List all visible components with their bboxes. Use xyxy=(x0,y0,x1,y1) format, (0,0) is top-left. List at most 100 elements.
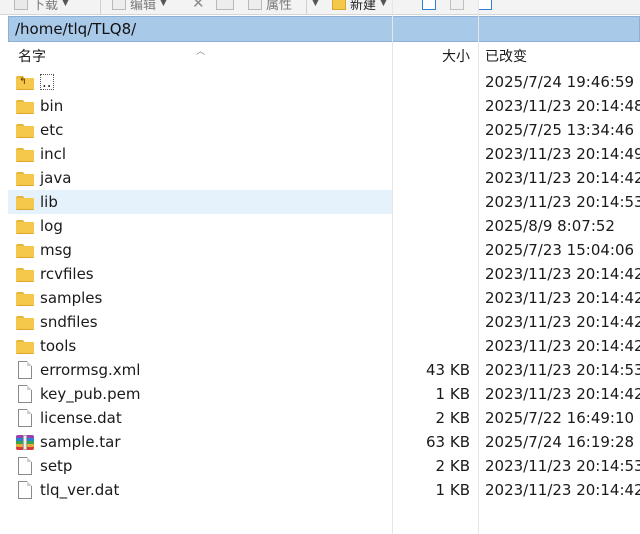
folder-icon xyxy=(16,218,34,234)
file-modified: 2025/7/22 16:49:10 xyxy=(485,409,635,427)
toolbar-separator xyxy=(100,0,101,14)
file-name: java xyxy=(40,169,72,187)
file-row[interactable]: key_pub.pem 1 KB 2023/11/23 20:14:42 xyxy=(8,382,640,406)
file-modified: 2023/11/23 20:14:42 xyxy=(485,481,640,499)
file-row[interactable]: setp 2 KB 2023/11/23 20:14:53 xyxy=(8,454,640,478)
check-icon xyxy=(478,0,492,10)
file-row[interactable]: incl 2023/11/23 20:14:49 xyxy=(8,142,640,166)
file-icon xyxy=(18,481,32,499)
file-row[interactable]: tlq_ver.dat 1 KB 2023/11/23 20:14:42 xyxy=(8,478,640,502)
file-size xyxy=(390,118,470,142)
file-name-cell[interactable]: java xyxy=(16,166,71,190)
rename-button[interactable] xyxy=(216,0,234,13)
file-name-cell[interactable]: rcvfiles xyxy=(16,262,94,286)
file-name-cell[interactable]: tlq_ver.dat xyxy=(16,478,119,502)
file-modified: 2023/11/23 20:14:42 xyxy=(485,265,640,283)
file-row[interactable]: sample.tar 63 KB 2025/7/24 16:19:28 xyxy=(8,430,640,454)
file-row[interactable]: ↰.. 2025/7/24 19:46:59 xyxy=(8,70,640,94)
delete-icon: ✕ xyxy=(192,0,205,12)
new-button[interactable]: 新建 ▼ xyxy=(332,0,387,13)
file-name-cell[interactable]: bin xyxy=(16,94,63,118)
column-name[interactable]: 名字 xyxy=(18,44,46,70)
file-modified: 2025/7/23 15:04:06 xyxy=(485,241,635,259)
file-size xyxy=(390,166,470,190)
new-folder-icon xyxy=(332,0,346,10)
file-modified: 2023/11/23 20:14:42 xyxy=(485,337,640,355)
file-modified: 2023/11/23 20:14:53 xyxy=(485,361,640,379)
file-name-cell[interactable]: sndfiles xyxy=(16,310,98,334)
rename-icon xyxy=(216,0,234,10)
file-name-cell[interactable]: setp xyxy=(16,454,72,478)
file-name-cell[interactable]: samples xyxy=(16,286,102,310)
file-name-cell[interactable]: tools xyxy=(16,334,76,358)
file-name-cell[interactable]: log xyxy=(16,214,63,238)
file-row[interactable]: msg 2025/7/23 15:04:06 xyxy=(8,238,640,262)
check-button[interactable] xyxy=(478,0,492,13)
file-row[interactable]: etc 2025/7/25 13:34:46 xyxy=(8,118,640,142)
file-modified: 2025/7/25 13:34:46 xyxy=(485,121,635,139)
current-path: /home/tlq/TLQ8/ xyxy=(15,20,137,38)
file-name-cell[interactable]: sample.tar xyxy=(16,430,121,454)
file-name: samples xyxy=(40,289,103,307)
download-button[interactable]: 下载 ▼ xyxy=(14,0,69,13)
file-name-cell[interactable]: etc xyxy=(16,118,63,142)
minus-button[interactable] xyxy=(450,0,464,13)
folder-icon xyxy=(16,194,34,210)
file-name-cell[interactable]: errormsg.xml xyxy=(16,358,140,382)
file-size: 2 KB xyxy=(435,457,470,475)
file-name: msg xyxy=(40,241,72,259)
file-row[interactable]: errormsg.xml 43 KB 2023/11/23 20:14:53 xyxy=(8,358,640,382)
file-modified: 2023/11/23 20:14:49 xyxy=(485,145,640,163)
minus-icon xyxy=(450,0,464,10)
file-name: incl xyxy=(40,145,67,163)
file-name: .. xyxy=(40,73,54,91)
file-size xyxy=(390,262,470,286)
file-row[interactable]: bin 2023/11/23 20:14:48 xyxy=(8,94,640,118)
file-name-cell[interactable]: ↰.. xyxy=(16,70,54,94)
chevron-down-icon: ▼ xyxy=(380,0,387,8)
plus-icon xyxy=(422,0,436,10)
file-row[interactable]: rcvfiles 2023/11/23 20:14:42 xyxy=(8,262,640,286)
sort-ascending-icon: ︿ xyxy=(196,47,206,57)
parent-folder-icon: ↰ xyxy=(16,74,34,90)
file-modified: 2023/11/23 20:14:53 xyxy=(485,193,640,211)
file-row[interactable]: tools 2023/11/23 20:14:42 xyxy=(8,334,640,358)
folder-icon xyxy=(16,242,34,258)
path-bar[interactable]: /home/tlq/TLQ8/ xyxy=(8,16,640,42)
add-button[interactable] xyxy=(422,0,436,13)
file-row[interactable]: license.dat 2 KB 2025/7/22 16:49:10 xyxy=(8,406,640,430)
file-size xyxy=(390,238,470,262)
file-modified: 2023/11/23 20:14:42 xyxy=(485,169,640,187)
file-name-cell[interactable]: key_pub.pem xyxy=(16,382,140,406)
file-modified: 2025/7/24 19:46:59 xyxy=(485,73,635,91)
folder-icon xyxy=(16,338,34,354)
folder-icon xyxy=(16,290,34,306)
chevron-down-icon: ▼ xyxy=(160,0,167,8)
column-modified[interactable]: 已改变 xyxy=(485,44,527,70)
file-row[interactable]: log 2025/8/9 8:07:52 xyxy=(8,214,640,238)
file-row[interactable]: samples 2023/11/23 20:14:42 xyxy=(8,286,640,310)
file-icon xyxy=(18,385,32,403)
edit-button[interactable]: 编辑 ▼ xyxy=(112,0,167,13)
file-name-cell[interactable]: lib xyxy=(16,190,58,214)
properties-button[interactable]: 属性 xyxy=(248,0,292,13)
file-name: sample.tar xyxy=(40,433,121,451)
column-size[interactable]: 大小 xyxy=(442,44,470,70)
file-name: lib xyxy=(40,193,58,211)
file-row[interactable]: lib 2023/11/23 20:14:53 xyxy=(8,190,640,214)
file-name: bin xyxy=(40,97,64,115)
file-name-cell[interactable]: msg xyxy=(16,238,72,262)
toolbar: 下载 ▼ 编辑 ▼ ✕ 属性 ▼ 新建 ▼ xyxy=(0,0,640,15)
file-name: log xyxy=(40,217,63,235)
properties-label: 属性 xyxy=(266,0,293,13)
file-row[interactable]: sndfiles 2023/11/23 20:14:42 xyxy=(8,310,640,334)
download-label: 下载 xyxy=(32,0,59,13)
file-name-cell[interactable]: license.dat xyxy=(16,406,122,430)
file-row[interactable]: java 2023/11/23 20:14:42 xyxy=(8,166,640,190)
properties-dropdown[interactable]: ▼ xyxy=(312,0,319,13)
file-list: ↰.. 2025/7/24 19:46:59 bin 2023/11/23 20:14… xyxy=(8,70,640,502)
delete-button[interactable]: ✕ xyxy=(192,0,205,13)
file-name-cell[interactable]: incl xyxy=(16,142,66,166)
folder-icon xyxy=(16,122,34,138)
folder-icon xyxy=(16,98,34,114)
